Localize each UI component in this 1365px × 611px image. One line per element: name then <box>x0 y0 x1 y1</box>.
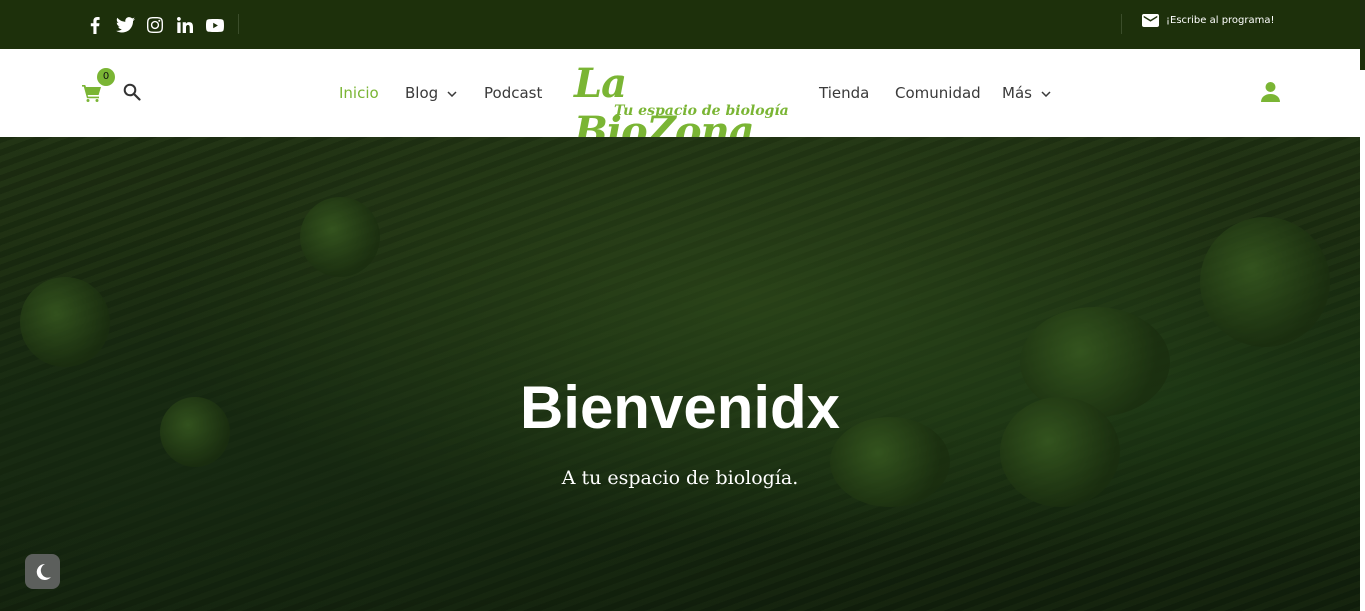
site-header: 0 Inicio Blog Podcast La BioZona Tu espa… <box>0 49 1360 155</box>
nav-label: Podcast <box>484 84 543 102</box>
dark-mode-toggle[interactable] <box>25 554 60 589</box>
user-icon <box>1261 82 1280 102</box>
nav-label: Tienda <box>819 84 870 102</box>
nav-label: Más <box>1002 84 1032 102</box>
nav-label: Inicio <box>339 84 379 102</box>
scrollbar-thumb[interactable] <box>1360 49 1365 70</box>
nav-item-inicio[interactable]: Inicio <box>339 84 379 102</box>
instagram-icon[interactable] <box>140 13 170 37</box>
cart-count-badge: 0 <box>97 68 115 86</box>
account-button[interactable] <box>1261 82 1280 107</box>
divider <box>1121 14 1122 34</box>
logo-tagline: Tu espacio de biología <box>614 103 789 119</box>
search-icon <box>123 83 141 101</box>
envelope-icon <box>1142 14 1159 27</box>
linkedin-icon[interactable] <box>170 13 200 37</box>
nav-item-mas[interactable]: Más <box>1002 84 1051 102</box>
nav-label: Comunidad <box>895 84 981 102</box>
social-links <box>80 13 230 37</box>
divider <box>238 14 239 34</box>
top-bar: ¡Escribe al programa! <box>0 0 1360 49</box>
cart-icon <box>82 85 101 102</box>
twitter-icon[interactable] <box>110 13 140 37</box>
hero-title: Bienvenidx <box>519 374 841 441</box>
nav-item-podcast[interactable]: Podcast <box>484 84 542 102</box>
moon-icon <box>36 563 51 580</box>
nav-item-comunidad[interactable]: Comunidad <box>895 84 981 102</box>
nav-label: Blog <box>405 84 439 102</box>
nav-item-blog[interactable]: Blog <box>405 84 457 102</box>
nav-item-tienda[interactable]: Tienda <box>819 84 869 102</box>
contact-link[interactable]: ¡Escribe al programa! <box>1142 14 1275 27</box>
site-logo[interactable]: La BioZona Tu espacio de biología <box>574 60 789 155</box>
hero-banner: Bienvenidx A tu espacio de biología. <box>0 137 1360 611</box>
chevron-down-icon <box>1041 91 1051 97</box>
search-button[interactable] <box>123 83 141 106</box>
youtube-icon[interactable] <box>200 13 230 37</box>
cart-button[interactable] <box>82 85 101 107</box>
contact-label: ¡Escribe al programa! <box>1166 15 1275 26</box>
facebook-icon[interactable] <box>80 13 110 37</box>
hero-subtitle: A tu espacio de biología. <box>561 467 799 489</box>
chevron-down-icon <box>447 91 457 97</box>
page-edge <box>1360 70 1365 611</box>
